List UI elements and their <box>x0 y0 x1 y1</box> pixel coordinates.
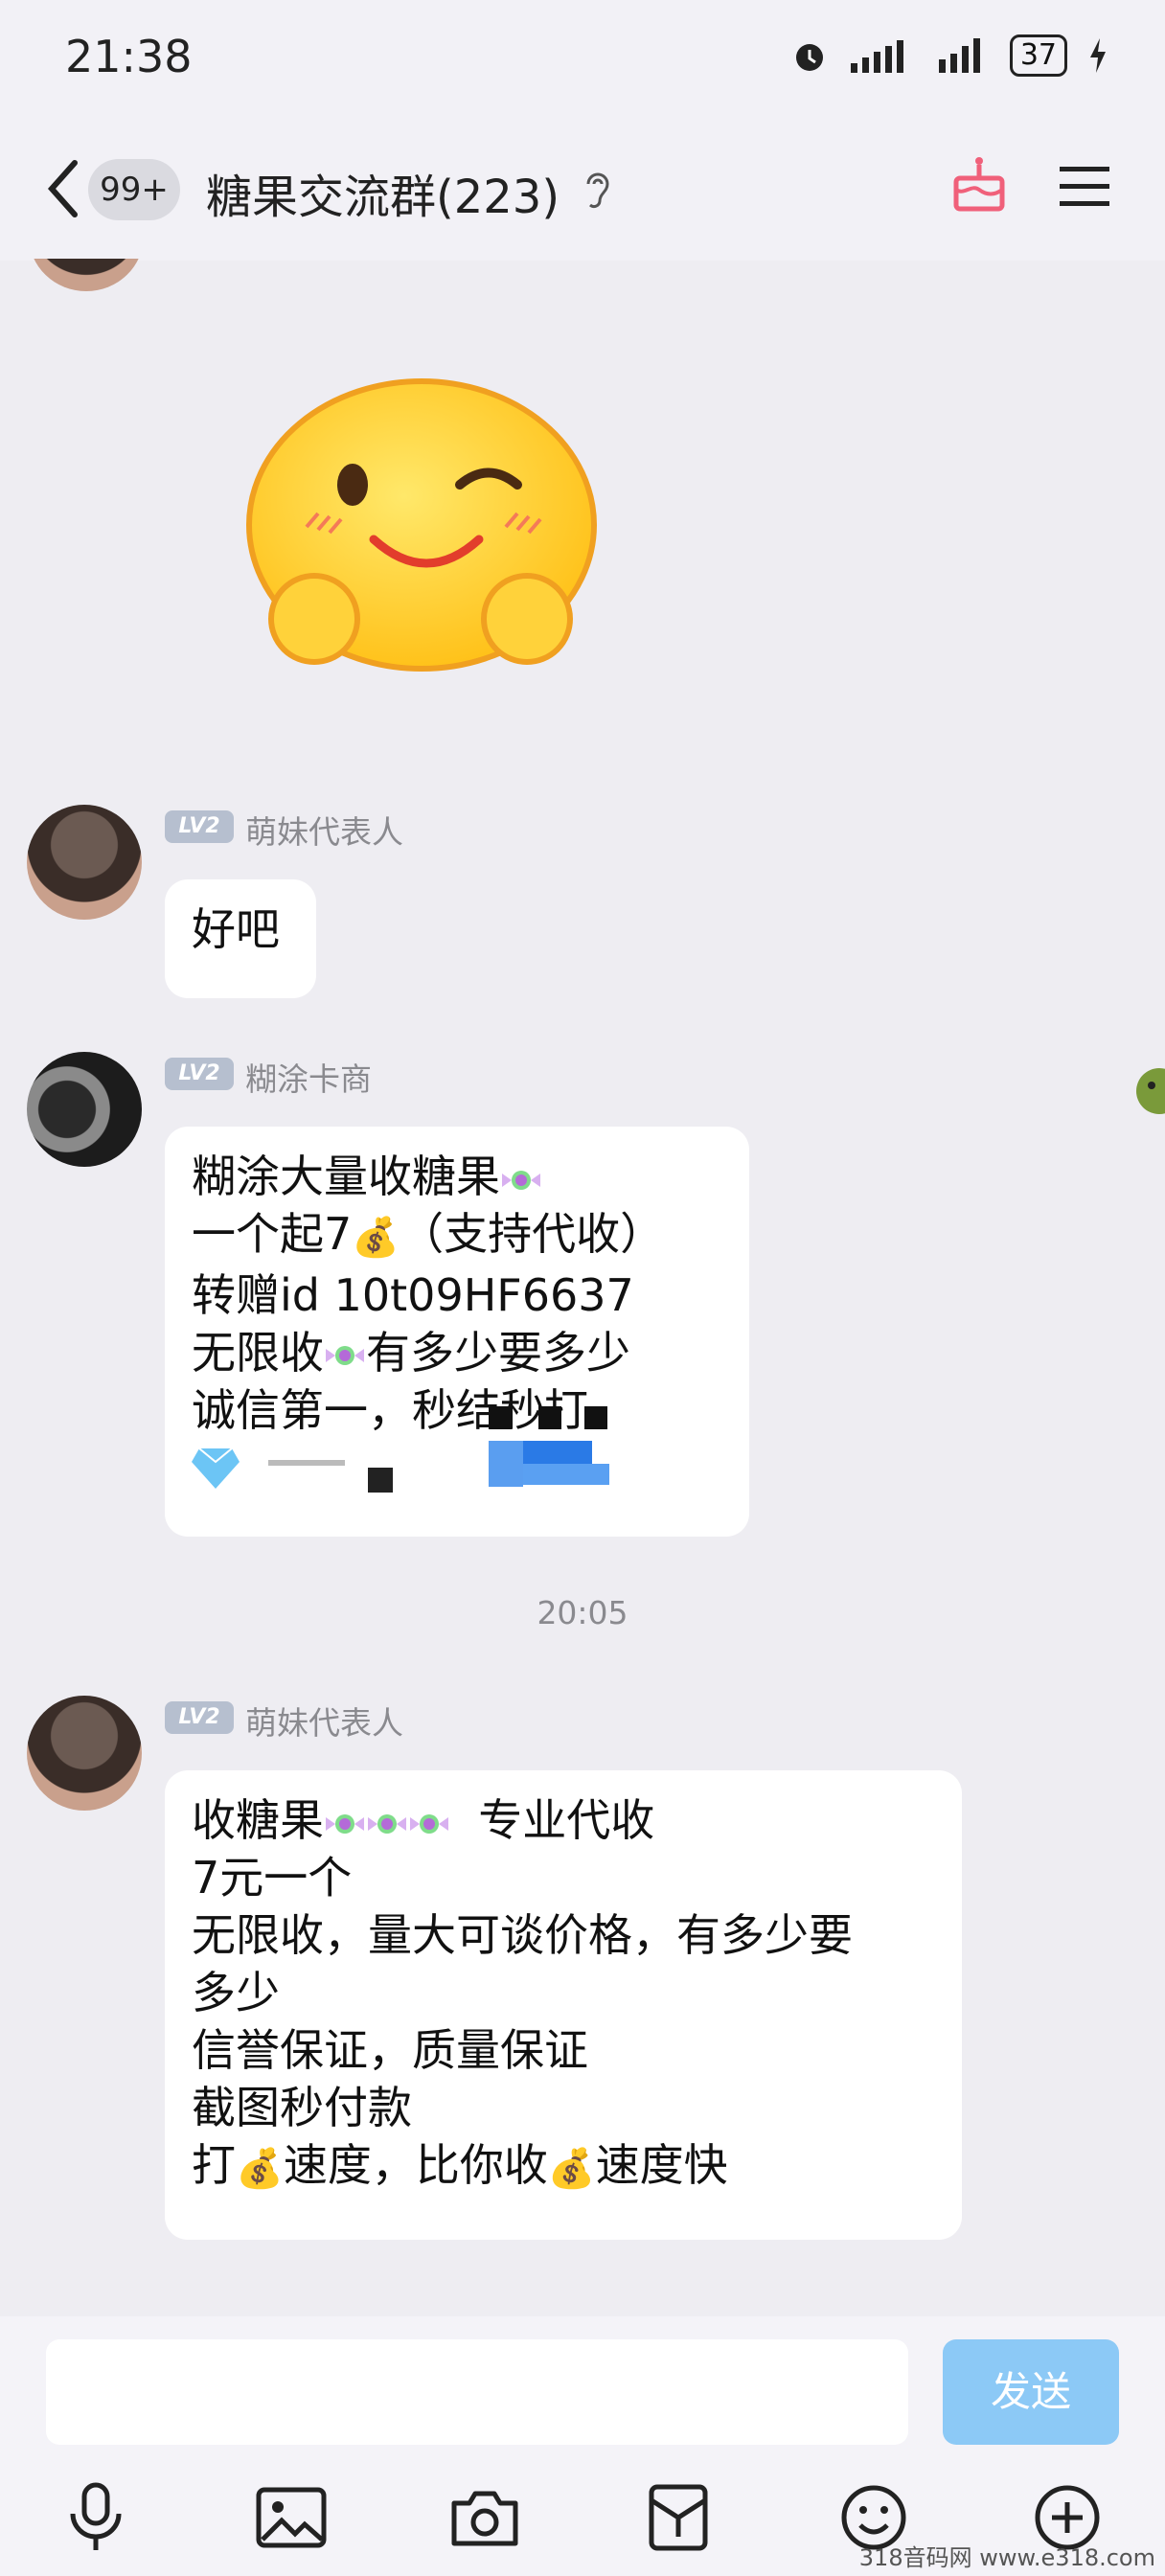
status-icons: 37 <box>789 34 1108 77</box>
camera-icon[interactable] <box>446 2479 523 2556</box>
red-packet-icon[interactable] <box>640 2479 717 2556</box>
signal-icon <box>850 40 903 73</box>
message-line: 打💰速度，比你收💰速度快 <box>192 2136 935 2198</box>
message-input[interactable] <box>46 2339 908 2445</box>
message-line: 信誉保证，质量保证 <box>192 2024 588 2076</box>
candy-icon <box>326 1813 364 1834</box>
sender-name[interactable]: 糊涂卡商 <box>245 1054 372 1100</box>
message-line: 糊涂大量收糖果 <box>192 1148 722 1205</box>
level-badge: LV2 <box>165 1701 234 1734</box>
diamond-icon <box>192 1447 240 1489</box>
image-icon[interactable] <box>253 2479 330 2556</box>
message-bubble[interactable]: 收糖果 专业代收 7元一个 无限收，量大可谈价格，有多少要 多少 信誉保证，质量… <box>165 1770 962 2240</box>
cake-icon[interactable] <box>950 153 1008 215</box>
message-line: 7元一个 <box>192 1852 353 1904</box>
message-line: 诚信第一，秒结秒打 <box>192 1383 588 1436</box>
send-button[interactable]: 发送 <box>943 2339 1119 2445</box>
group-title[interactable]: 糖果交流群(223) <box>206 159 560 226</box>
menu-icon[interactable] <box>1058 163 1111 211</box>
money-bag-icon: 💰 <box>352 1215 400 1260</box>
charging-icon <box>1090 38 1106 73</box>
level-badge: LV2 <box>165 810 234 843</box>
candy-icon <box>326 1346 364 1365</box>
message-line: 一个起7💰（支持代收） <box>192 1205 722 1266</box>
candy-icon <box>502 1170 540 1190</box>
money-bag-icon: 💰 <box>547 2146 596 2191</box>
input-bar: 发送 318音码网 www.e318.com <box>0 2316 1165 2576</box>
candy-icon <box>368 1813 406 1834</box>
message-line: 多少 <box>192 1967 280 2018</box>
battery-level: 37 <box>1009 34 1067 77</box>
unread-badge[interactable]: 99+ <box>88 159 180 220</box>
message-line: 转赠id 10t09HF6637 <box>192 1268 634 1321</box>
message-bubble[interactable]: 好吧 <box>165 879 316 998</box>
ear-icon <box>586 172 609 209</box>
message-text: 好吧 <box>192 903 280 955</box>
back-icon[interactable] <box>40 155 88 222</box>
message-bubble[interactable]: 糊涂大量收糖果 一个起7💰（支持代收） 转赠id 10t09HF6637 无限收… <box>165 1127 749 1537</box>
avatar[interactable] <box>27 1052 142 1167</box>
message-line: 收糖果 专业代收 <box>192 1794 655 1846</box>
alarm-icon <box>795 44 823 71</box>
sticker-peek <box>1136 1068 1165 1114</box>
message-line: 无限收 有多少要多少 <box>192 1326 630 1379</box>
censored-line <box>192 1405 722 1496</box>
avatar[interactable] <box>27 805 142 920</box>
money-bag-icon: 💰 <box>236 2146 284 2191</box>
message-timestamp: 20:05 <box>537 1594 628 1631</box>
message-line: 无限收，量大可谈价格，有多少要 <box>192 1909 853 1961</box>
level-badge: LV2 <box>165 1058 234 1090</box>
wink-sticker <box>246 378 597 672</box>
watermark: 318音码网 www.e318.com <box>858 2544 1155 2571</box>
sender-name[interactable]: 萌妹代表人 <box>245 807 403 853</box>
mic-icon[interactable] <box>57 2479 134 2556</box>
avatar[interactable] <box>27 1696 142 1811</box>
sender-name[interactable]: 萌妹代表人 <box>245 1698 403 1744</box>
status-bar: 21:38 37 <box>0 0 1165 125</box>
candy-icon <box>410 1813 448 1834</box>
signal-icon-2 <box>938 38 980 73</box>
status-time: 21:38 <box>65 31 193 82</box>
chat-header: 99+ 糖果交流群(223) <box>0 125 1165 261</box>
message-line: 截图秒付款 <box>192 2082 412 2133</box>
